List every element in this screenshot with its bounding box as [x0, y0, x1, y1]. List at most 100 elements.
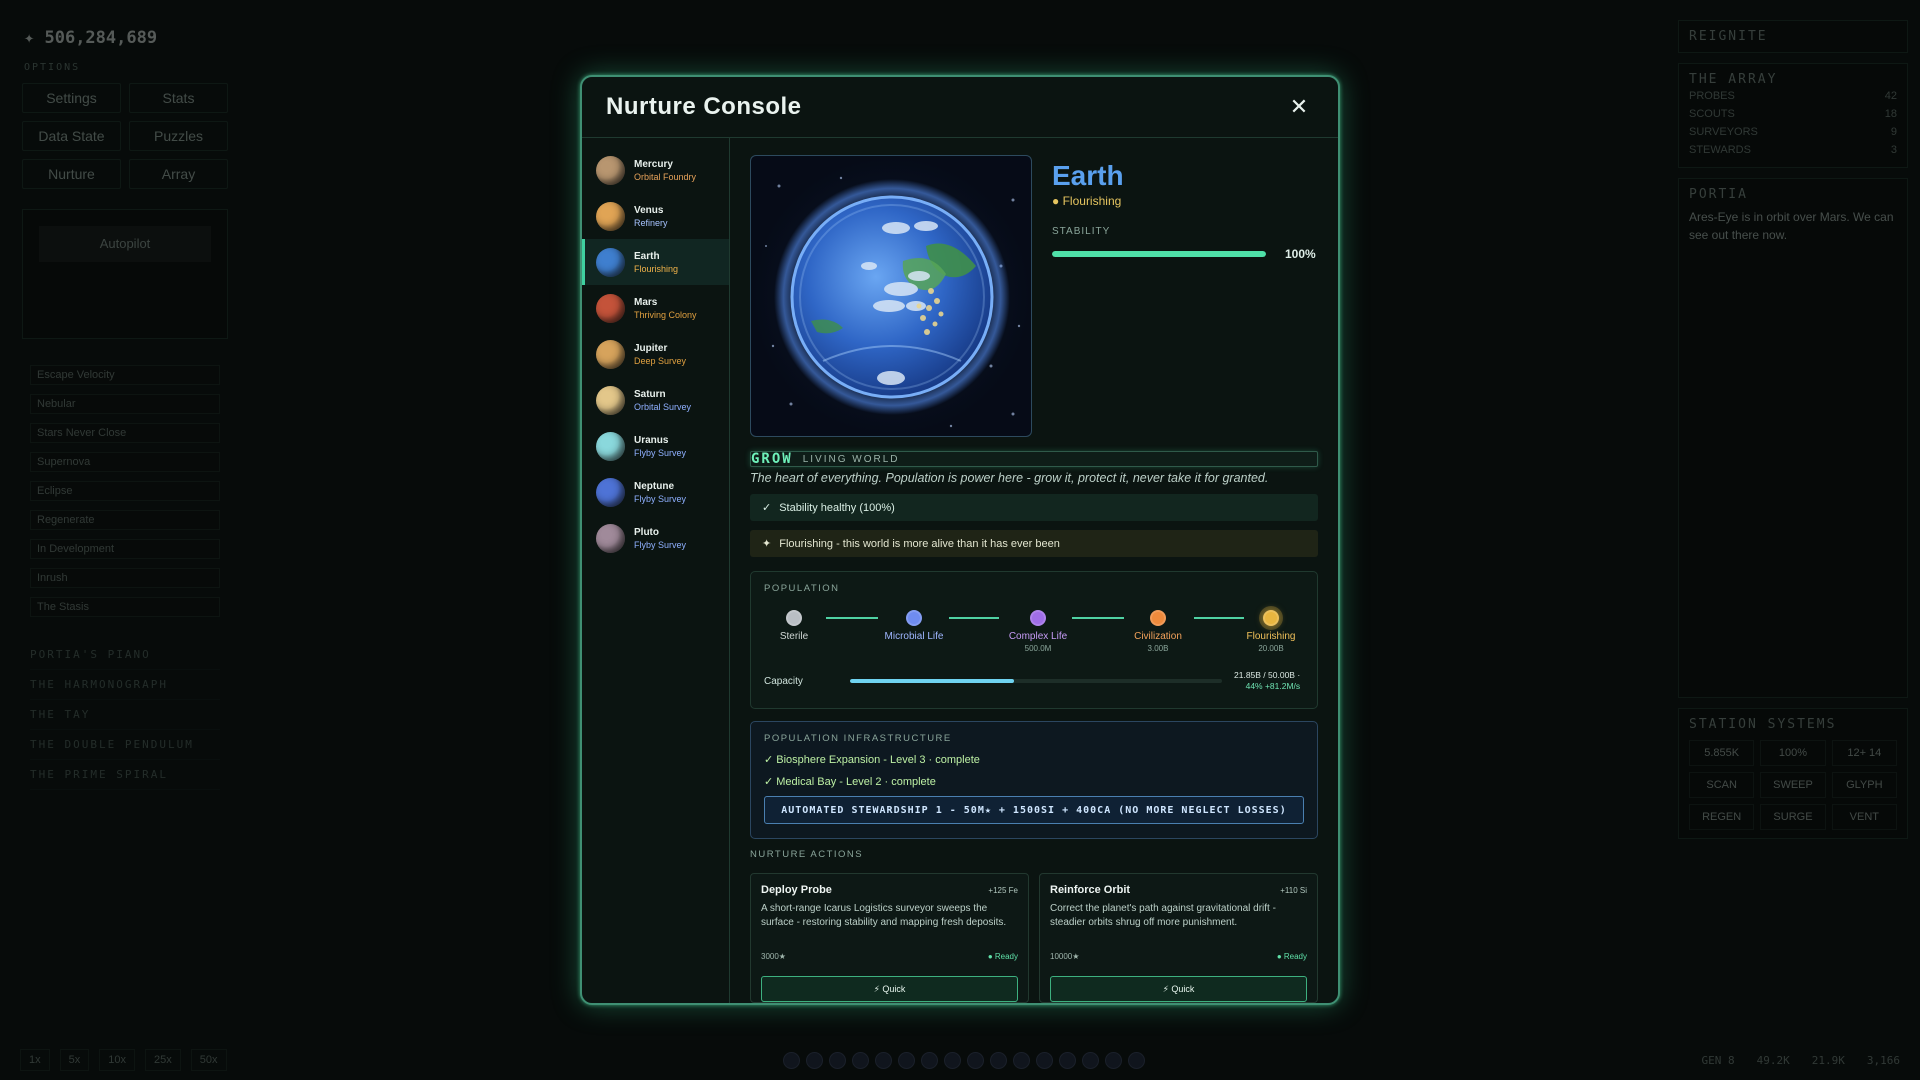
- speed-button[interactable]: 25x: [145, 1049, 181, 1071]
- comms-message: Ares-Eye is in orbit over Mars. We can s…: [1689, 210, 1894, 242]
- timeline-dot[interactable]: [875, 1051, 892, 1069]
- settings-button[interactable]: Settings: [22, 83, 121, 113]
- reignite-card: REIGNITE: [1678, 20, 1908, 53]
- earth-globe-icon: [765, 176, 1021, 428]
- stage-name: Flourishing: [1246, 631, 1296, 642]
- system-cell[interactable]: SWEEP: [1760, 772, 1826, 798]
- instrument-list: PORTIA'S PIANO THE HARMONOGRAPH THE TAY …: [10, 636, 240, 794]
- planet-item-pluto[interactable]: Pluto Flyby Survey: [582, 515, 729, 561]
- action-card-deploy-probe: Deploy Probe +125 Fe A short-range Icaru…: [750, 873, 1029, 1003]
- system-cell[interactable]: GLYPH: [1831, 772, 1897, 798]
- stage-sterile: Sterile: [749, 608, 839, 644]
- planet-status: Flyby Survey: [634, 539, 687, 550]
- planet-name: Mercury: [634, 158, 673, 170]
- planet-item-neptune[interactable]: Neptune Flyby Survey: [582, 469, 729, 515]
- mars-planet-icon: [596, 293, 625, 323]
- upgrade-item[interactable]: Stars Never Close: [30, 423, 220, 443]
- timeline-dot[interactable]: [1105, 1051, 1122, 1069]
- stage-dot: [906, 610, 922, 626]
- planet-name: Jupiter: [634, 342, 668, 354]
- array-row-label: PROBES: [1689, 90, 1735, 102]
- timeline-dot[interactable]: [783, 1051, 800, 1069]
- capacity-label: Capacity: [764, 675, 803, 687]
- system-cell[interactable]: REGEN: [1689, 804, 1755, 830]
- upgrade-item[interactable]: Escape Velocity: [30, 365, 220, 385]
- population-card: POPULATION Sterile Microbial Life Comple…: [750, 571, 1318, 709]
- system-cell[interactable]: VENT: [1831, 804, 1897, 830]
- planet-status: Deep Survey: [634, 355, 687, 366]
- action-title: Reinforce Orbit: [1050, 884, 1131, 896]
- stage-name: Complex Life: [1008, 631, 1068, 642]
- system-cell[interactable]: SCAN: [1689, 772, 1755, 798]
- systems-grid: 5.855K 100% 12+ 14 SCAN SWEEP GLYPH REGE…: [1689, 740, 1897, 830]
- timeline-dot[interactable]: [806, 1051, 823, 1069]
- speed-button[interactable]: 10x: [99, 1049, 135, 1071]
- upgrade-item[interactable]: In Development: [30, 539, 220, 559]
- speed-button[interactable]: 50x: [190, 1049, 227, 1071]
- timeline-dot[interactable]: [1036, 1051, 1053, 1069]
- stage-value: 20.00B: [1258, 644, 1284, 653]
- action-header: Reinforce Orbit +110 Si: [1050, 884, 1307, 896]
- instrument-row[interactable]: THE DOUBLE PENDULUM: [30, 730, 220, 760]
- instrument-row[interactable]: THE TAY: [30, 700, 220, 730]
- instrument-row[interactable]: THE HARMONOGRAPH: [30, 670, 220, 700]
- timeline-dot[interactable]: [990, 1051, 1007, 1069]
- timeline-dot[interactable]: [1013, 1051, 1030, 1069]
- planet-item-jupiter[interactable]: Jupiter Deep Survey: [582, 331, 729, 377]
- timeline-dot[interactable]: [1059, 1051, 1076, 1069]
- timeline-dot[interactable]: [1128, 1051, 1145, 1069]
- planet-item-mars[interactable]: Mars Thriving Colony: [582, 285, 729, 331]
- planet-item-venus[interactable]: Venus Refinery: [582, 193, 729, 239]
- upgrade-item[interactable]: The Stasis: [30, 597, 220, 617]
- planet-item-mercury[interactable]: Mercury Orbital Foundry: [582, 147, 729, 193]
- planet-item-earth[interactable]: Earth Flourishing: [582, 239, 729, 285]
- array-card: THE ARRAY PROBES 42 SCOUTS 18 SURVEYORS 9 S…: [1678, 63, 1908, 168]
- puzzles-button[interactable]: Puzzles: [129, 121, 228, 151]
- grow-subtitle: LIVING WORLD: [802, 453, 900, 465]
- timeline-dot[interactable]: [967, 1051, 984, 1069]
- close-icon[interactable]: ✕: [1288, 94, 1310, 120]
- stats-button[interactable]: Stats: [129, 83, 228, 113]
- planet-item-uranus[interactable]: Uranus Flyby Survey: [582, 423, 729, 469]
- automated-stewardship-button[interactable]: AUTOMATED STEWARDSHIP 1 - 50M★ + 1500SI …: [764, 796, 1304, 824]
- deploy-probe-quick-button[interactable]: ⚡ Quick: [761, 976, 1018, 1002]
- speed-controls: 1x 5x 10x 25x 50x: [20, 1049, 227, 1071]
- timeline-dot[interactable]: [921, 1051, 938, 1069]
- timeline-dot[interactable]: [1082, 1051, 1099, 1069]
- timeline-dot[interactable]: [944, 1051, 961, 1069]
- upgrade-item[interactable]: Regenerate: [30, 510, 220, 530]
- upgrade-item[interactable]: Inrush: [30, 568, 220, 588]
- timeline-dot[interactable]: [852, 1051, 869, 1069]
- action-header: Deploy Probe +125 Fe: [761, 884, 1018, 896]
- reignite-title[interactable]: REIGNITE: [1689, 29, 1897, 44]
- speed-button[interactable]: 1x: [20, 1049, 50, 1071]
- planet-item-saturn[interactable]: Saturn Orbital Survey: [582, 377, 729, 423]
- timeline-dot[interactable]: [898, 1051, 915, 1069]
- resource-value: 49.2K: [1756, 1053, 1790, 1067]
- data-state-button[interactable]: Data State: [22, 121, 121, 151]
- upgrade-item[interactable]: Nebular: [30, 394, 220, 414]
- options-label: OPTIONS: [24, 62, 81, 73]
- comms-card: PORTIA Ares-Eye is in orbit over Mars. W…: [1678, 178, 1908, 698]
- status-message: ✦ Flourishing - this world is more alive…: [750, 530, 1318, 557]
- upgrade-item[interactable]: Eclipse: [30, 481, 220, 501]
- system-cell[interactable]: SURGE: [1760, 804, 1826, 830]
- stage-name: Microbial Life: [884, 631, 944, 642]
- stability-label: STABILITY: [1052, 226, 1111, 237]
- autopilot-label[interactable]: Autopilot: [39, 226, 211, 262]
- timeline-dot[interactable]: [829, 1051, 846, 1069]
- speed-button[interactable]: 5x: [59, 1049, 90, 1071]
- array-button[interactable]: Array: [129, 159, 228, 189]
- check-icon: ✓: [762, 502, 772, 514]
- action-card-reinforce-orbit: Reinforce Orbit +110 Si Correct the plan…: [1039, 873, 1318, 1003]
- action-yield: +125 Fe: [988, 886, 1018, 895]
- reinforce-orbit-quick-button[interactable]: ⚡ Quick: [1050, 976, 1307, 1002]
- instrument-row[interactable]: THE PRIME SPIRAL: [30, 760, 220, 790]
- instrument-row[interactable]: PORTIA'S PIANO: [30, 640, 220, 670]
- nurture-button[interactable]: Nurture: [22, 159, 121, 189]
- planet-info: Earth ● Flourishing STABILITY 100%: [1052, 155, 1318, 437]
- action-meta: 3000★ ● Ready: [761, 952, 1018, 961]
- planet-status: Orbital Survey: [634, 401, 692, 412]
- stability-bar: [1052, 251, 1266, 257]
- upgrade-item[interactable]: Supernova: [30, 452, 220, 472]
